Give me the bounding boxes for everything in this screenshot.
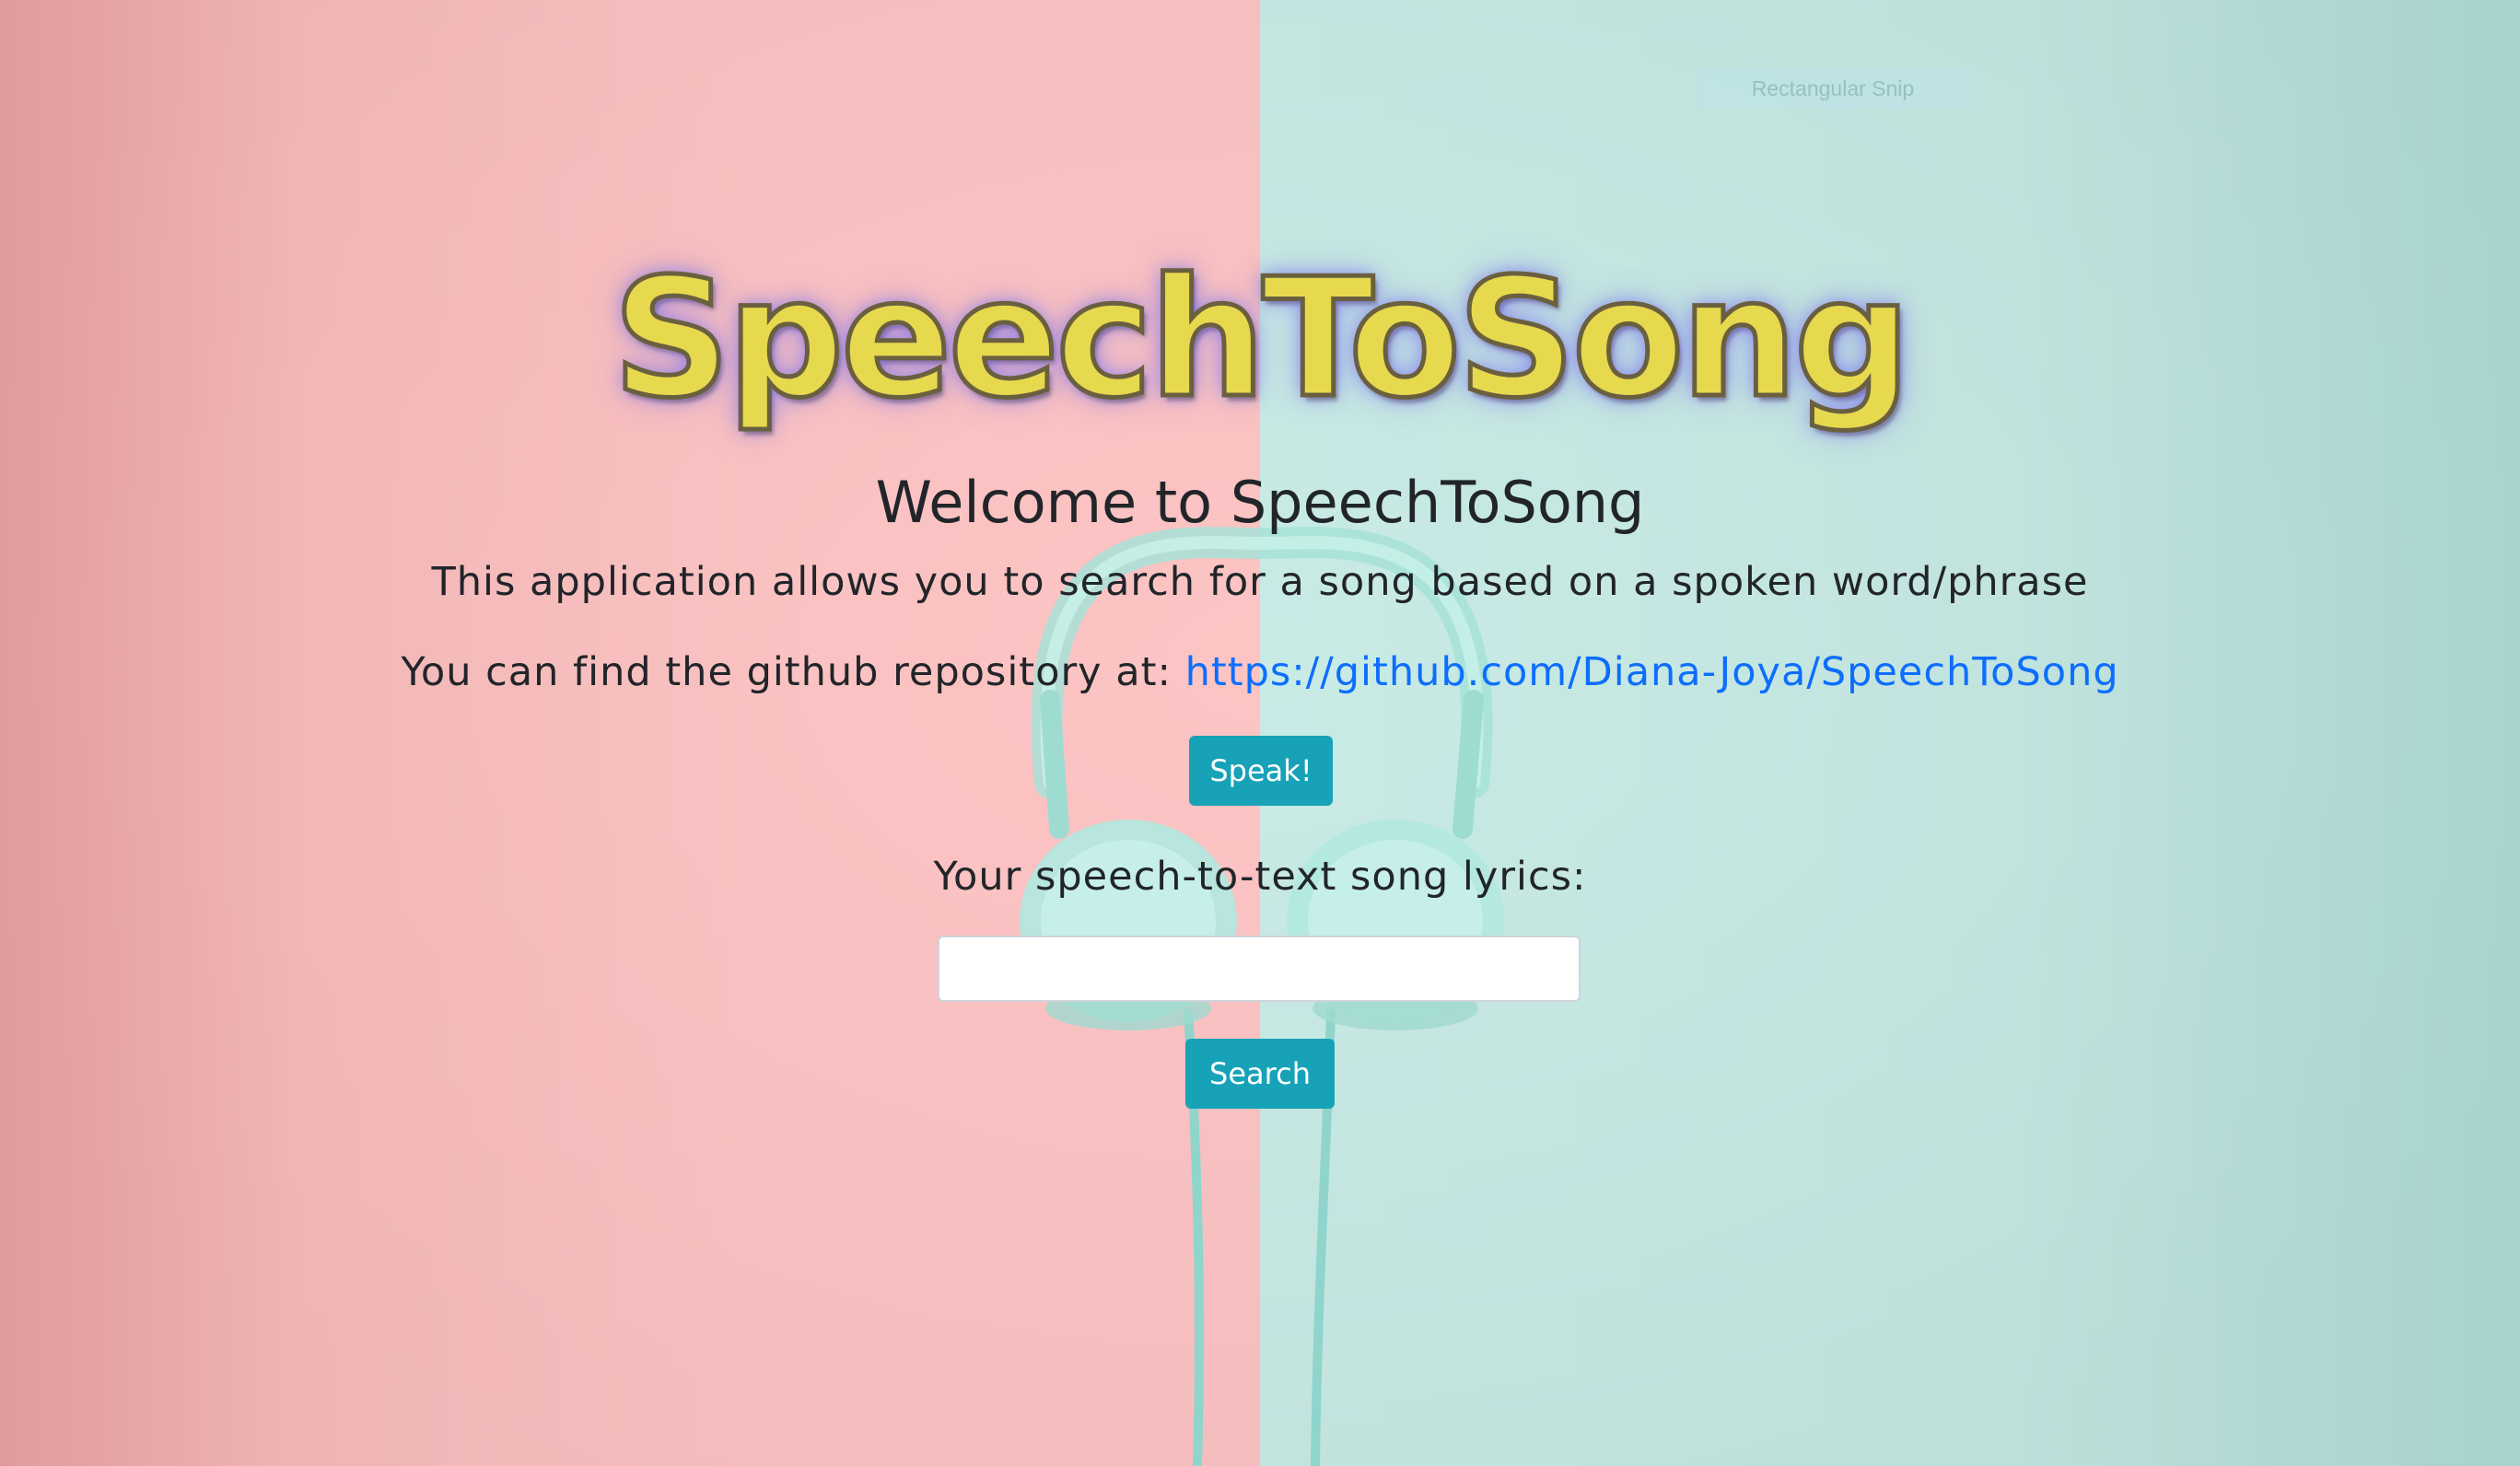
headphones-icon	[1020, 527, 1504, 1466]
github-line: You can find the github repository at: h…	[0, 645, 2520, 700]
page-title: Welcome to SpeechToSong	[875, 469, 1645, 536]
search-button[interactable]: Search	[1185, 1039, 1335, 1109]
logo: SpeechToSong	[611, 243, 1914, 434]
lyrics-label: Your speech-to-text song lyrics:	[933, 854, 1587, 900]
speak-button[interactable]: Speak!	[1189, 736, 1333, 806]
description-text: This application allows you to search fo…	[431, 559, 2089, 605]
rectangular-snip-label: Rectangular Snip	[1697, 68, 1969, 109]
github-link[interactable]: https://github.com/Diana-Joya/SpeechToSo…	[1185, 649, 2119, 695]
lyrics-input[interactable]	[938, 936, 1581, 1002]
github-prefix-text: You can find the github repository at:	[401, 649, 1185, 695]
